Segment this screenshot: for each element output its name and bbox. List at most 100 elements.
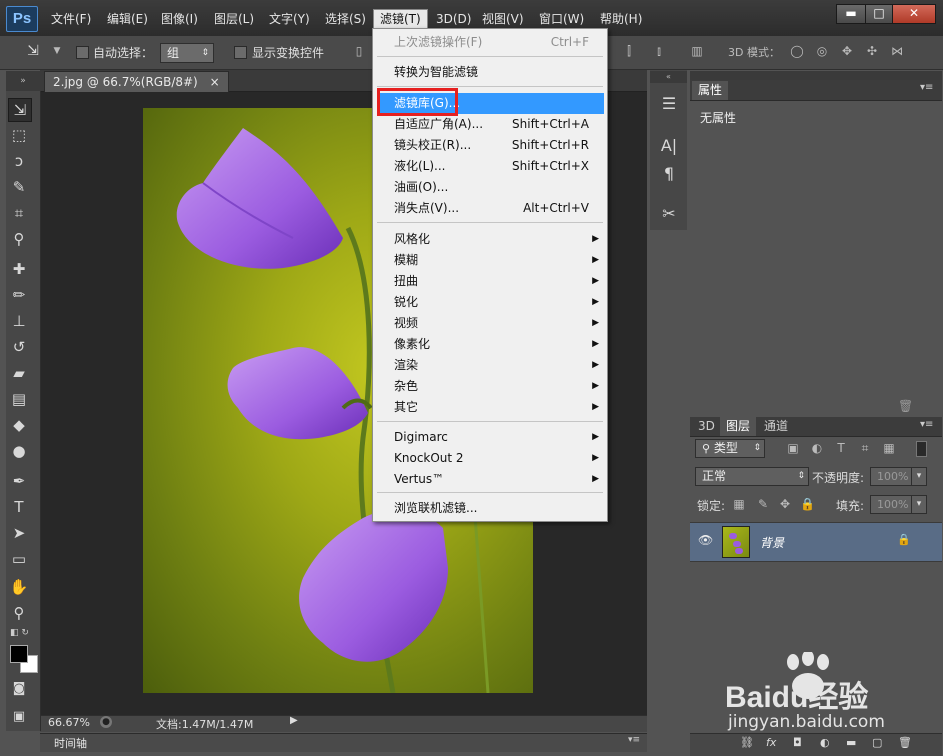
- lock-all-icon[interactable]: 🔒: [800, 497, 815, 511]
- tab-layers[interactable]: 图层: [720, 417, 757, 436]
- gradient-tool-icon[interactable]: ▤: [8, 388, 30, 410]
- dodge-tool-icon[interactable]: ●: [8, 440, 30, 462]
- document-tab[interactable]: 2.jpg @ 66.7%(RGB/8#) ×: [44, 71, 229, 92]
- menu-item-stylize[interactable]: 风格化 ▶: [373, 229, 607, 250]
- rotate-3d-icon[interactable]: ◯: [790, 44, 804, 58]
- menu-item-distort[interactable]: 扭曲 ▶: [373, 271, 607, 292]
- pen-tool-icon[interactable]: ✒: [8, 470, 30, 492]
- filter-type-icon[interactable]: T: [834, 441, 848, 455]
- layer-filter-kind[interactable]: ⚲ 类型 ⇕: [695, 439, 765, 458]
- marquee-tool-icon[interactable]: ⬚: [8, 124, 30, 146]
- auto-align-icon[interactable]: ▥: [690, 44, 704, 58]
- filter-pixel-icon[interactable]: ▣: [786, 441, 800, 455]
- hand-tool-icon[interactable]: ✋: [8, 576, 30, 598]
- layer-name[interactable]: 背景: [760, 534, 784, 551]
- chevron-down-icon[interactable]: ▾: [911, 467, 927, 486]
- quick-select-tool-icon[interactable]: ✎: [8, 176, 30, 198]
- menu-item-digimarc[interactable]: Digimarc ▶: [373, 427, 607, 448]
- screen-mode-icon[interactable]: ▣: [8, 706, 30, 728]
- visibility-eye-icon[interactable]: 👁: [698, 533, 713, 547]
- menu-item-lens-correction[interactable]: 镜头校正(R)... Shift+Ctrl+R: [373, 135, 607, 156]
- tab-properties[interactable]: 属性: [692, 81, 729, 100]
- close-button[interactable]: ✕: [892, 4, 936, 24]
- menu-item-render[interactable]: 渲染 ▶: [373, 355, 607, 376]
- paragraph-panel-icon[interactable]: ¶: [656, 162, 682, 186]
- eraser-tool-icon[interactable]: ▰: [8, 362, 30, 384]
- panel-menu-icon[interactable]: ▾≡: [628, 735, 640, 745]
- status-info-icon[interactable]: ●: [100, 716, 112, 728]
- fill-input[interactable]: 100%: [870, 495, 914, 514]
- tab-close-icon[interactable]: ×: [210, 75, 220, 89]
- crop-tool-icon[interactable]: ⌗: [8, 202, 30, 224]
- opacity-input[interactable]: 100%: [870, 467, 914, 486]
- menu-item-adaptive-wide-angle[interactable]: 自适应广角(A)... Shift+Ctrl+A: [373, 114, 607, 135]
- brush-tool-icon[interactable]: ✏: [8, 284, 30, 306]
- panel-menu-icon[interactable]: ▾≡: [920, 419, 933, 430]
- healing-brush-icon[interactable]: ✚: [8, 258, 30, 280]
- menu-window[interactable]: 窗口(W): [533, 10, 590, 28]
- pan-3d-icon[interactable]: ✥: [840, 44, 854, 58]
- menu-view[interactable]: 视图(V): [476, 10, 530, 28]
- menu-select[interactable]: 选择(S): [319, 10, 372, 28]
- menu-item-oil-paint[interactable]: 油画(O)...: [373, 177, 607, 198]
- collapse-icon[interactable]: »: [6, 71, 40, 91]
- tab-channels[interactable]: 通道: [758, 417, 794, 436]
- clone-stamp-icon[interactable]: ⊥: [8, 310, 30, 332]
- timeline-label[interactable]: 时间轴: [54, 735, 87, 751]
- menu-item-pixelate[interactable]: 像素化 ▶: [373, 334, 607, 355]
- menu-image[interactable]: 图像(I): [155, 10, 204, 28]
- filter-toggle[interactable]: [916, 441, 927, 457]
- auto-select-checkbox[interactable]: [76, 46, 89, 59]
- scale-3d-icon[interactable]: ⋈: [890, 44, 904, 58]
- auto-select-dropdown[interactable]: 组 ⇕: [160, 43, 214, 63]
- move-tool-icon[interactable]: ⇲: [8, 98, 32, 122]
- menu-help[interactable]: 帮助(H): [594, 10, 648, 28]
- filter-adjust-icon[interactable]: ◐: [810, 441, 824, 455]
- distribute-center-icon[interactable]: ⫾: [652, 44, 666, 58]
- show-transform-checkbox[interactable]: [234, 46, 247, 59]
- lock-pixels-icon[interactable]: ✎: [756, 497, 770, 511]
- eyedropper-tool-icon[interactable]: ⚲: [8, 228, 30, 250]
- default-colors-icon[interactable]: ◧ ↻: [10, 628, 29, 638]
- trash-icon[interactable]: 🗑: [898, 399, 913, 413]
- filter-shape-icon[interactable]: ⌗: [858, 441, 872, 455]
- menu-file[interactable]: 文件(F): [45, 10, 97, 28]
- menu-item-browse-online[interactable]: 浏览联机滤镜...: [373, 498, 607, 519]
- tool-presets-icon[interactable]: ✂: [656, 202, 682, 226]
- status-menu-arrow-icon[interactable]: ▶: [290, 715, 298, 726]
- menu-item-sharpen[interactable]: 锐化 ▶: [373, 292, 607, 313]
- roll-3d-icon[interactable]: ◎: [815, 44, 829, 58]
- maximize-button[interactable]: □: [865, 4, 893, 24]
- panel-menu-icon[interactable]: ▾≡: [920, 82, 933, 93]
- menu-3d[interactable]: 3D(D): [430, 10, 477, 28]
- menu-filter[interactable]: 滤镜(T): [373, 9, 428, 29]
- character-panel-icon[interactable]: A|: [656, 134, 682, 158]
- menu-item-blur[interactable]: 模糊 ▶: [373, 250, 607, 271]
- history-brush-icon[interactable]: ↺: [8, 336, 30, 358]
- menu-item-knockout[interactable]: KnockOut 2 ▶: [373, 448, 607, 469]
- menu-edit[interactable]: 编辑(E): [101, 10, 154, 28]
- lock-transparency-icon[interactable]: ▦: [732, 497, 746, 511]
- menu-item-vertus[interactable]: Vertus™ ▶: [373, 469, 607, 490]
- filter-smart-icon[interactable]: ▦: [882, 441, 896, 455]
- type-tool-icon[interactable]: T: [8, 496, 30, 518]
- chevron-down-icon[interactable]: ▼: [50, 44, 64, 58]
- blend-mode-dropdown[interactable]: 正常 ⇕: [695, 467, 809, 486]
- history-panel-icon[interactable]: ☰: [656, 92, 682, 116]
- distribute-icon[interactable]: ⫿: [622, 44, 636, 58]
- lock-position-icon[interactable]: ✥: [778, 497, 792, 511]
- shape-tool-icon[interactable]: ▭: [8, 548, 30, 570]
- menu-type[interactable]: 文字(Y): [263, 10, 316, 28]
- tab-3d[interactable]: 3D: [692, 417, 721, 436]
- slide-3d-icon[interactable]: ✣: [865, 44, 879, 58]
- menu-item-noise[interactable]: 杂色 ▶: [373, 376, 607, 397]
- menu-item-video[interactable]: 视频 ▶: [373, 313, 607, 334]
- foreground-color-swatch-top[interactable]: [10, 645, 28, 663]
- collapse-icon[interactable]: «: [650, 71, 687, 83]
- align-left-icon[interactable]: ▯: [352, 44, 366, 58]
- menu-layer[interactable]: 图层(L): [208, 10, 260, 28]
- chevron-down-icon[interactable]: ▾: [911, 495, 927, 514]
- zoom-level[interactable]: 66.67%: [48, 716, 90, 729]
- move-tool-icon[interactable]: ⇲: [26, 44, 40, 58]
- quick-mask-icon[interactable]: ◙: [8, 678, 30, 700]
